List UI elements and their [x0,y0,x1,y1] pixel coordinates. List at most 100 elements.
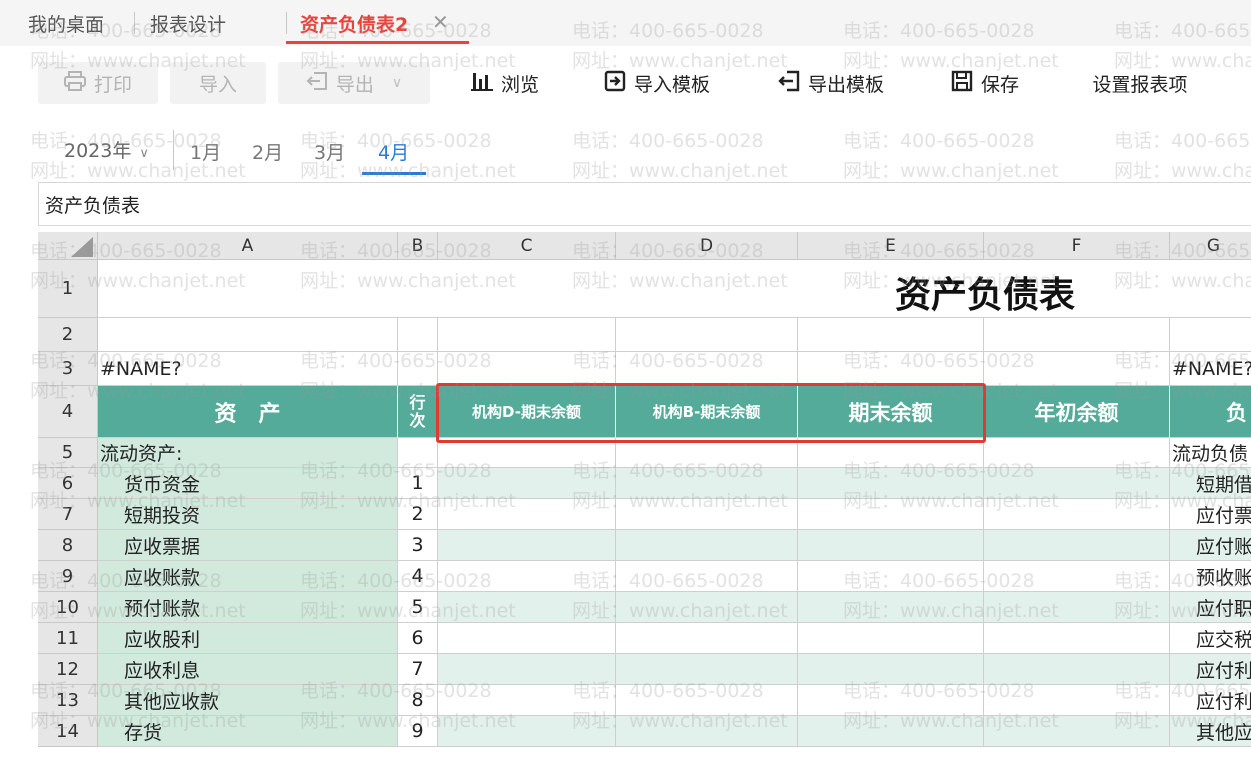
value-cell[interactable] [798,623,984,654]
import-template-button[interactable]: 导入模板 [592,62,722,104]
month-tab-4[interactable]: 4月 [378,138,409,165]
row-header-12[interactable]: 12 [38,654,98,685]
column-header-a[interactable]: A [98,232,398,260]
tab-report-design[interactable]: 报表设计 [150,10,226,37]
value-cell[interactable] [984,592,1170,623]
column-header-e[interactable]: E [798,232,984,260]
asset-item-name[interactable]: 存货 [98,716,398,747]
liability-item-name[interactable]: 应付利 [1170,654,1251,685]
liability-item-name[interactable]: 预收账 [1170,561,1251,592]
cell[interactable] [98,260,398,318]
value-cell[interactable] [798,561,984,592]
print-button[interactable]: 打印 [38,62,158,104]
value-cell[interactable] [438,623,616,654]
value-cell[interactable] [438,438,616,468]
header-cell-line-no[interactable]: 行次 [398,386,438,438]
value-cell[interactable] [438,530,616,561]
import-button[interactable]: 导入 [170,62,266,104]
liability-item-name[interactable]: 流动负债 [1170,438,1251,468]
value-cell[interactable] [616,716,798,747]
column-header-d[interactable]: D [616,232,798,260]
liability-item-name[interactable]: 其他应 [1170,716,1251,747]
value-cell[interactable] [438,654,616,685]
row-header-13[interactable]: 13 [38,685,98,716]
column-header-b[interactable]: B [398,232,438,260]
cell[interactable] [984,318,1170,352]
header-cell-col-c[interactable]: 机构D-期末余额 [438,386,616,438]
value-cell[interactable] [798,654,984,685]
month-tab-3[interactable]: 3月 [314,138,345,165]
value-cell[interactable] [616,499,798,530]
report-name-field[interactable]: 资产负债表 [38,182,1251,226]
liability-item-name[interactable]: 应付账 [1170,530,1251,561]
row-header-3[interactable]: 3 [38,352,98,386]
asset-item-name[interactable]: 应收股利 [98,623,398,654]
row-header-10[interactable]: 10 [38,592,98,623]
value-cell[interactable] [616,592,798,623]
row-header-5[interactable]: 5 [38,438,98,468]
asset-item-name[interactable]: 短期投资 [98,499,398,530]
value-cell[interactable] [984,468,1170,499]
value-cell[interactable] [798,468,984,499]
spreadsheet-grid[interactable]: ABCDEFG 1 2 3 4 5 6 7 8 9 10 11 12 13 14 #NAME? #NAME? 资… [38,232,1251,762]
value-cell[interactable] [984,716,1170,747]
value-cell[interactable] [616,561,798,592]
header-cell-col-f[interactable]: 年初余额 [984,386,1170,438]
value-cell[interactable] [798,530,984,561]
header-cell-col-e[interactable]: 期末余额 [798,386,984,438]
cell[interactable] [398,260,438,318]
cell[interactable] [438,318,616,352]
value-cell[interactable] [798,685,984,716]
cell[interactable] [616,318,798,352]
save-button[interactable]: 保存 [940,62,1030,104]
line-number[interactable] [398,438,438,468]
row-header-11[interactable]: 11 [38,623,98,654]
row-header-4[interactable]: 4 [38,386,98,438]
value-cell[interactable] [984,499,1170,530]
value-cell[interactable] [616,685,798,716]
select-all-corner[interactable] [38,232,98,260]
asset-item-name[interactable]: 货币资金 [98,468,398,499]
line-number[interactable]: 3 [398,530,438,561]
value-cell[interactable] [984,530,1170,561]
cell[interactable] [798,318,984,352]
value-cell[interactable] [616,530,798,561]
value-cell[interactable] [798,592,984,623]
value-cell[interactable] [798,499,984,530]
line-number[interactable]: 8 [398,685,438,716]
liability-item-name[interactable]: 应付利 [1170,685,1251,716]
tab-my-desktop[interactable]: 我的桌面 [28,10,104,37]
value-cell[interactable] [438,685,616,716]
cell[interactable] [398,318,438,352]
value-cell[interactable] [616,438,798,468]
cell[interactable] [984,352,1170,386]
export-template-button[interactable]: 导出模板 [766,62,896,104]
set-report-items-button[interactable]: 设置报表项 [1082,62,1198,104]
asset-item-name[interactable]: 应收票据 [98,530,398,561]
cell[interactable] [798,352,984,386]
cell-a3[interactable]: #NAME? [98,352,398,386]
value-cell[interactable] [798,716,984,747]
header-cell-asset[interactable]: 资 产 [98,386,398,438]
month-tab-1[interactable]: 1月 [190,138,221,165]
value-cell[interactable] [984,623,1170,654]
liability-item-name[interactable]: 应付票 [1170,499,1251,530]
cell[interactable] [616,260,798,318]
value-cell[interactable] [438,592,616,623]
cell[interactable] [438,260,616,318]
value-cell[interactable] [438,716,616,747]
asset-item-name[interactable]: 其他应收款 [98,685,398,716]
browse-button[interactable]: 浏览 [460,62,550,104]
asset-item-name[interactable]: 流动资产: [98,438,398,468]
column-header-g[interactable]: G [1170,232,1251,260]
tab-balance-sheet-2[interactable]: 资产负债表2 [300,10,408,37]
value-cell[interactable] [984,685,1170,716]
value-cell[interactable] [616,623,798,654]
row-header-2[interactable]: 2 [38,318,98,352]
row-header-14[interactable]: 14 [38,716,98,747]
value-cell[interactable] [984,438,1170,468]
cell[interactable] [616,352,798,386]
export-button[interactable]: 导出 ∨ [278,62,430,104]
row-header-1[interactable]: 1 [38,260,98,318]
cell[interactable] [438,352,616,386]
